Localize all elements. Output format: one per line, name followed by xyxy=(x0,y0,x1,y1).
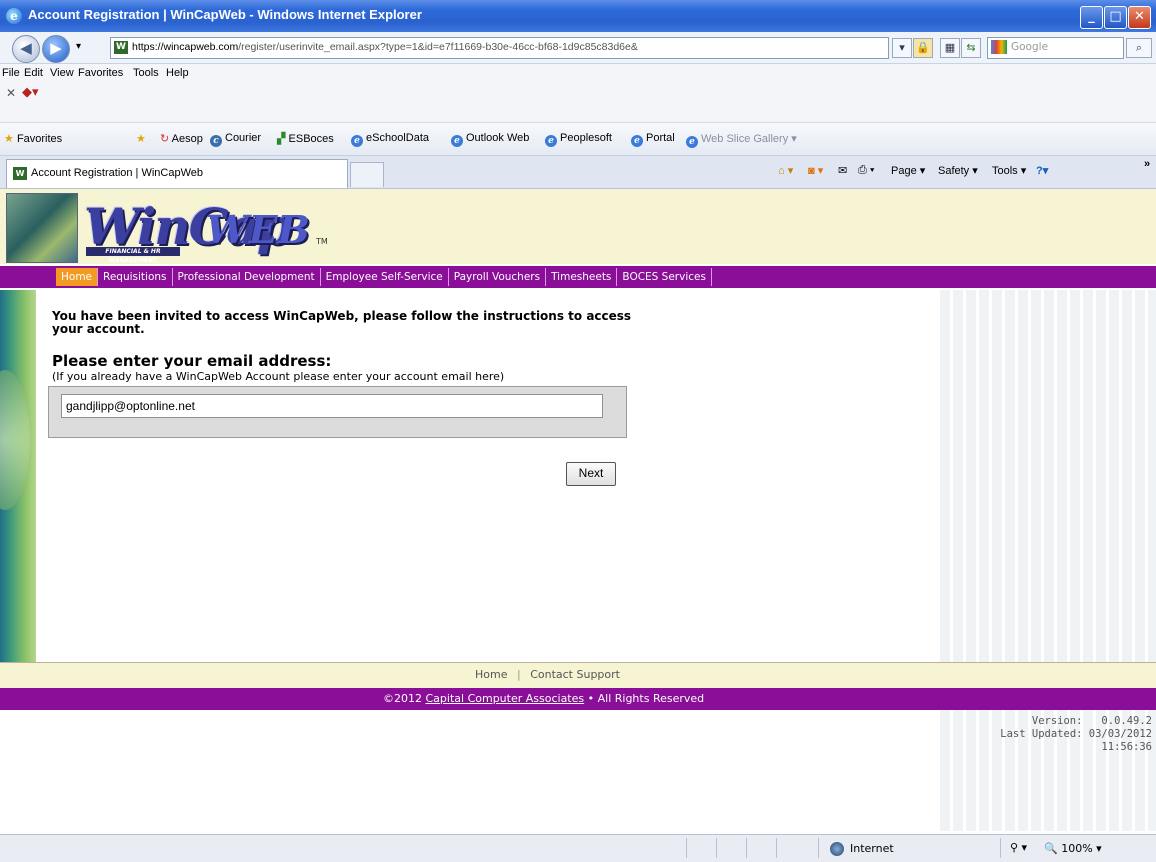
decorative-left-strip xyxy=(0,290,36,662)
search-icon[interactable]: ⌕ xyxy=(1126,38,1152,58)
lock-icon[interactable]: 🔒 xyxy=(913,38,933,58)
logo-subtitle: FINANCIAL & HR MANAGEMENT xyxy=(86,247,180,264)
close-toolbar-icon[interactable]: ✕ xyxy=(6,86,16,100)
safety-menu[interactable]: Safety ▾ xyxy=(938,164,978,177)
company-link[interactable]: Capital Computer Associates xyxy=(426,692,585,705)
site-nav: Home Requisitions Professional Developme… xyxy=(0,266,1156,288)
tab-account-registration[interactable]: W Account Registration | WinCapWeb xyxy=(6,159,348,188)
nav-payroll-vouchers[interactable]: Payroll Vouchers xyxy=(449,268,547,286)
nav-timesheets[interactable]: Timesheets xyxy=(546,268,618,286)
help-icon[interactable]: ?▾ xyxy=(1036,164,1048,177)
main-content: You have been invited to access WinCapWe… xyxy=(36,290,940,662)
favorites-button[interactable]: ★ Favorites xyxy=(4,132,62,145)
address-bar-row: ◀ ▶ ▾ W https://wincapweb.com/register/u… xyxy=(0,32,1156,64)
refresh-icon[interactable]: ⇆ xyxy=(961,38,981,58)
home-icon[interactable]: ⌂ ▾ xyxy=(778,164,793,177)
fav-esboces[interactable]: ▞ ESBoces xyxy=(277,132,334,145)
menu-edit[interactable]: Edit xyxy=(24,67,43,79)
status-bar: Internet ⚲ ▾ 🔍 100% ▾ xyxy=(0,834,1156,862)
fav-courier[interactable]: c Courier xyxy=(210,132,261,147)
logo-web: WEB xyxy=(206,207,310,252)
email-heading: Please enter your email address: xyxy=(52,352,332,370)
rights-text: • All Rights Reserved xyxy=(587,692,705,705)
fav-outlook-web[interactable]: e Outlook Web xyxy=(451,132,529,147)
fav-aesop[interactable]: ↻ Aesop xyxy=(160,132,203,145)
read-mail-icon[interactable]: ✉ xyxy=(838,164,847,177)
email-hint: (If you already have a WinCapWeb Account… xyxy=(52,370,505,383)
minimize-icon[interactable]: _ xyxy=(1080,6,1103,29)
menu-tools[interactable]: Tools xyxy=(133,67,159,79)
fav-eschooldata[interactable]: e eSchoolData xyxy=(351,132,429,147)
site-header: WinCap WEB FINANCIAL & HR MANAGEMENT TM xyxy=(0,189,1156,264)
more-commands-icon[interactable]: » xyxy=(1144,158,1150,170)
menu-bar: File Edit View Favorites Tools Help xyxy=(0,64,1156,84)
menu-file[interactable]: File xyxy=(2,67,20,79)
search-input[interactable]: Google xyxy=(987,37,1124,59)
toolbar-row: ✕ ◆▾ xyxy=(0,84,1156,123)
menu-help[interactable]: Help xyxy=(166,67,189,79)
web-page: WinCap WEB FINANCIAL & HR MANAGEMENT TM … xyxy=(0,189,1156,834)
fav-peoplesoft[interactable]: e Peoplesoft xyxy=(545,132,612,147)
tools-menu[interactable]: Tools ▾ xyxy=(992,164,1026,177)
menu-view[interactable]: View xyxy=(50,67,74,79)
feeds-icon[interactable]: ◙ ▾ xyxy=(808,164,823,177)
recent-pages-icon[interactable]: ▾ xyxy=(76,41,81,52)
version-value: 0.0.49.2 xyxy=(1101,715,1152,727)
maximize-icon[interactable]: □ xyxy=(1104,6,1127,29)
invite-message: You have been invited to access WinCapWe… xyxy=(52,309,632,336)
google-logo-icon xyxy=(991,40,1007,54)
url-host: https://wincapweb.com xyxy=(132,41,239,53)
window-title-bar: e Account Registration | WinCapWeb - Win… xyxy=(0,0,1156,32)
print-icon[interactable]: ⎙ ▾ xyxy=(858,164,874,177)
email-panel xyxy=(48,386,627,438)
url-path: /register/userinvite_email.aspx?type=1&i… xyxy=(238,41,638,53)
footer-contact-link[interactable]: Contact Support xyxy=(530,668,620,681)
fav-web-slice-gallery[interactable]: e Web Slice Gallery ▾ xyxy=(686,132,797,148)
footer-home-link[interactable]: Home xyxy=(475,668,507,681)
last-updated: Last Updated: 03/03/2012 xyxy=(1000,728,1152,740)
nav-professional-development[interactable]: Professional Development xyxy=(173,268,321,286)
ie-logo-icon: e xyxy=(6,8,22,24)
footer-links: Home | Contact Support xyxy=(0,662,1156,688)
close-icon[interactable]: ✕ xyxy=(1128,6,1151,29)
nav-boces-services[interactable]: BOCES Services xyxy=(617,268,712,286)
logo-image xyxy=(6,193,78,263)
site-favicon-icon: W xyxy=(114,41,128,54)
favorites-bar: ★ Favorites ★ ↻ Aesop c Courier ▞ ESBoces… xyxy=(0,123,1156,156)
compatibility-view-icon[interactable]: ▦ xyxy=(940,38,960,58)
page-menu[interactable]: Page ▾ xyxy=(891,164,925,177)
toolbar-app-icon[interactable]: ◆▾ xyxy=(22,85,39,100)
nav-employee-self-service[interactable]: Employee Self-Service xyxy=(321,268,449,286)
menu-favorites[interactable]: Favorites xyxy=(78,67,123,79)
internet-zone-icon xyxy=(830,842,844,856)
last-updated-time: 11:56:36 xyxy=(1101,741,1152,753)
tab-label: Account Registration | WinCapWeb xyxy=(31,167,204,179)
site-favicon-icon: W xyxy=(13,167,27,180)
window-title: Account Registration | WinCapWeb - Windo… xyxy=(28,7,422,22)
search-placeholder: Google xyxy=(1011,41,1049,53)
footer-bar: ©2012 Capital Computer Associates • All … xyxy=(0,688,1156,710)
version-label: Version: xyxy=(1031,715,1083,727)
nav-home[interactable]: Home xyxy=(56,268,99,286)
star-icon: ★ xyxy=(4,133,14,145)
email-field[interactable] xyxy=(61,394,603,418)
back-icon[interactable]: ◀ xyxy=(12,35,40,63)
version-info: Version: 0.0.49.2 Last Updated: 03/03/20… xyxy=(1000,715,1152,754)
protected-mode-icon[interactable]: ⚲ ▾ xyxy=(1010,841,1027,854)
address-input[interactable]: W https://wincapweb.com/register/userinv… xyxy=(110,37,889,59)
tab-row: W Account Registration | WinCapWeb xyxy=(0,156,1156,189)
copyright: ©2012 xyxy=(383,692,422,705)
new-tab-button[interactable] xyxy=(350,162,384,187)
next-button[interactable]: Next xyxy=(566,462,616,486)
nav-requisitions[interactable]: Requisitions xyxy=(98,268,173,286)
add-favorite-icon[interactable]: ★ xyxy=(136,132,146,145)
fav-portal[interactable]: e Portal xyxy=(631,132,675,147)
address-dropdown-icon[interactable]: ▾ xyxy=(892,38,912,58)
logo-trademark: TM xyxy=(316,237,328,246)
zoom-level[interactable]: 🔍 100% ▾ xyxy=(1044,842,1102,855)
forward-icon[interactable]: ▶ xyxy=(42,35,70,63)
security-zone[interactable]: Internet xyxy=(850,842,894,855)
